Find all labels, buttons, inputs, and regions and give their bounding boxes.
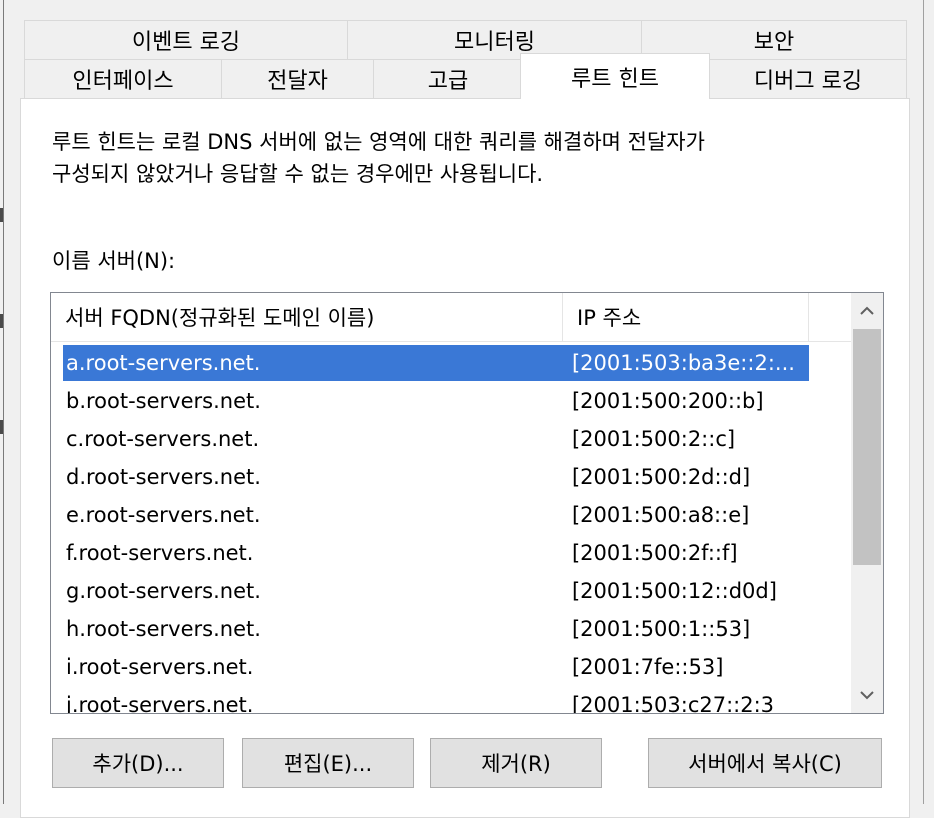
table-row[interactable]: e.root-servers.net. [2001:500:a8::e] bbox=[63, 497, 809, 533]
ip-address-cell: [2001:500:200::b] bbox=[571, 389, 764, 413]
server-fqdn-cell: d.root-servers.net. bbox=[66, 465, 261, 489]
server-fqdn-cell: a.root-servers.net. bbox=[66, 351, 261, 375]
ip-address-cell: [2001:500:2f::f] bbox=[571, 541, 738, 565]
add-button[interactable]: 추가(D)... bbox=[52, 738, 224, 788]
table-row[interactable]: b.root-servers.net. [2001:500:200::b] bbox=[63, 383, 809, 419]
ip-address-cell: [2001:500:1::53] bbox=[571, 617, 751, 641]
ip-address-cell: [2001:500:a8::e] bbox=[571, 503, 750, 527]
list-header: 서버 FQDN(정규화된 도메인 이름) IP 주소 bbox=[51, 293, 857, 342]
root-hints-description: 루트 힌트는 로컬 DNS 서버에 없는 영역에 대한 쿼리를 해결하며 전달자… bbox=[52, 130, 705, 186]
server-fqdn-cell: c.root-servers.net. bbox=[66, 427, 260, 451]
tab-interfaces[interactable]: 인터페이스 bbox=[24, 59, 222, 99]
column-header-ip[interactable]: IP 주소 bbox=[563, 293, 809, 341]
vertical-scrollbar[interactable] bbox=[851, 293, 883, 713]
ip-address-cell: [2001:7fe::53] bbox=[571, 655, 724, 679]
table-row[interactable]: d.root-servers.net. [2001:500:2d::d] bbox=[63, 459, 809, 495]
ip-address-cell: [2001:503:c27::2:3 bbox=[571, 693, 775, 714]
ip-address-cell: [2001:503:ba3e::2:... bbox=[571, 351, 795, 375]
server-fqdn-cell: j.root-servers.net. bbox=[66, 693, 254, 714]
ip-address-cell: [2001:500:2::c] bbox=[571, 427, 736, 451]
tab-root-hints[interactable]: 루트 힌트 bbox=[520, 53, 710, 99]
name-servers-label: 이름 서버(N): bbox=[52, 249, 176, 273]
scrollbar-thumb[interactable] bbox=[853, 329, 881, 565]
tab-event-logging[interactable]: 이벤트 로깅 bbox=[24, 20, 348, 60]
copy-from-server-button[interactable]: 서버에서 복사(C) bbox=[648, 738, 882, 788]
edit-button[interactable]: 편집(E)... bbox=[242, 738, 414, 788]
column-header-fqdn[interactable]: 서버 FQDN(정규화된 도메인 이름) bbox=[51, 293, 563, 341]
server-fqdn-cell: e.root-servers.net. bbox=[66, 503, 261, 527]
chevron-down-icon[interactable] bbox=[851, 677, 883, 713]
tab-forwarders[interactable]: 전달자 bbox=[221, 59, 374, 99]
window-left-edge bbox=[0, 0, 4, 804]
table-row[interactable]: g.root-servers.net. [2001:500:12::d0d] bbox=[63, 573, 809, 609]
server-fqdn-cell: f.root-servers.net. bbox=[66, 541, 254, 565]
server-fqdn-cell: b.root-servers.net. bbox=[66, 389, 261, 413]
remove-button[interactable]: 제거(R) bbox=[430, 738, 602, 788]
table-row[interactable]: a.root-servers.net. [2001:503:ba3e::2:..… bbox=[63, 345, 809, 381]
table-row[interactable]: j.root-servers.net. [2001:503:c27::2:3 bbox=[63, 687, 809, 714]
server-fqdn-cell: g.root-servers.net. bbox=[66, 579, 261, 603]
name-servers-list[interactable]: 서버 FQDN(정규화된 도메인 이름) IP 주소 a.root-server… bbox=[50, 292, 884, 714]
table-row[interactable]: i.root-servers.net. [2001:7fe::53] bbox=[63, 649, 809, 685]
window-right-edge bbox=[923, 0, 934, 804]
tab-debug-logging[interactable]: 디버그 로깅 bbox=[709, 59, 907, 99]
chevron-up-icon[interactable] bbox=[851, 293, 883, 329]
table-row[interactable]: h.root-servers.net. [2001:500:1::53] bbox=[63, 611, 809, 647]
table-row[interactable]: f.root-servers.net. [2001:500:2f::f] bbox=[63, 535, 809, 571]
server-fqdn-cell: i.root-servers.net. bbox=[66, 655, 254, 679]
tab-advanced[interactable]: 고급 bbox=[373, 59, 523, 99]
ip-address-cell: [2001:500:12::d0d] bbox=[571, 579, 777, 603]
server-fqdn-cell: h.root-servers.net. bbox=[66, 617, 261, 641]
table-row[interactable]: c.root-servers.net. [2001:500:2::c] bbox=[63, 421, 809, 457]
ip-address-cell: [2001:500:2d::d] bbox=[571, 465, 751, 489]
